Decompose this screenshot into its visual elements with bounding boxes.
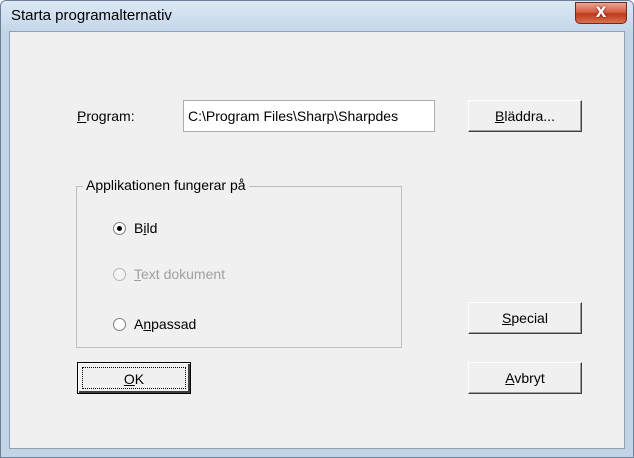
- radio-anpassad-label[interactable]: Anpassad: [134, 316, 196, 332]
- title-bar[interactable]: Starta programalternativ X: [1, 1, 633, 31]
- program-path-input[interactable]: C:\Program Files\Sharp\Sharpdes: [183, 100, 435, 132]
- radio-bild[interactable]: [113, 222, 126, 235]
- radio-text-dokument-label: Text dokument: [134, 266, 226, 282]
- close-icon: X: [595, 5, 607, 21]
- radio-text-dokument: [113, 268, 126, 281]
- ok-focus-rect: OK: [82, 367, 186, 389]
- dialog-body: Program: C:\Program Files\Sharp\Sharpdes…: [9, 31, 625, 449]
- program-label: Program:: [77, 108, 135, 124]
- group-legend: Applikationen fungerar på: [83, 177, 249, 193]
- cancel-button[interactable]: Avbryt: [468, 362, 582, 394]
- browse-button[interactable]: Bläddra...: [468, 100, 582, 132]
- radio-anpassad[interactable]: [113, 318, 126, 331]
- dialog-window: Starta programalternativ X Program: C:\P…: [0, 0, 634, 458]
- close-button[interactable]: X: [575, 2, 627, 24]
- radio-bild-label[interactable]: Bild: [134, 220, 157, 236]
- special-button[interactable]: Special: [468, 302, 582, 334]
- window-title: Starta programalternativ: [11, 7, 172, 24]
- ok-button[interactable]: OK: [77, 362, 191, 394]
